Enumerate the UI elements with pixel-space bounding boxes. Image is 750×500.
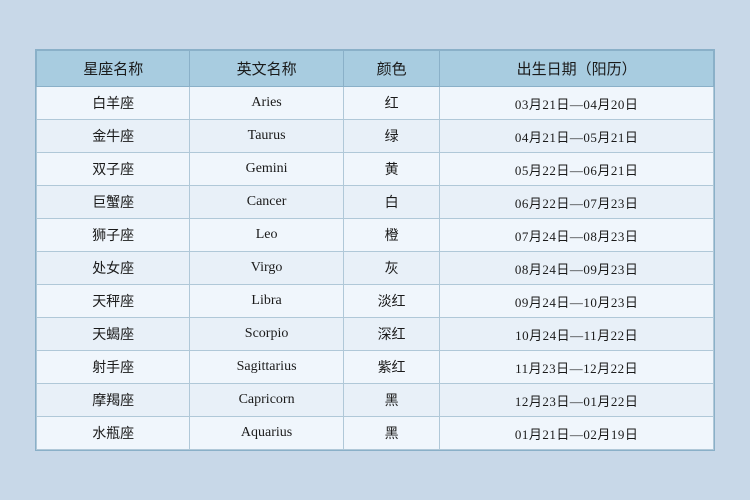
cell-english-name: Cancer [190,186,343,219]
cell-dates: 12月23日—01月22日 [440,384,714,417]
cell-english-name: Libra [190,285,343,318]
table-row: 白羊座Aries红03月21日—04月20日 [37,87,714,120]
header-chinese-name: 星座名称 [37,51,190,87]
cell-chinese-name: 天秤座 [37,285,190,318]
table-row: 狮子座Leo橙07月24日—08月23日 [37,219,714,252]
cell-dates: 11月23日—12月22日 [440,351,714,384]
cell-dates: 04月21日—05月21日 [440,120,714,153]
cell-english-name: Scorpio [190,318,343,351]
table-row: 金牛座Taurus绿04月21日—05月21日 [37,120,714,153]
cell-color: 黑 [343,417,440,450]
cell-color: 绿 [343,120,440,153]
cell-english-name: Taurus [190,120,343,153]
cell-dates: 09月24日—10月23日 [440,285,714,318]
cell-dates: 10月24日—11月22日 [440,318,714,351]
table-row: 射手座Sagittarius紫红11月23日—12月22日 [37,351,714,384]
cell-color: 紫红 [343,351,440,384]
cell-chinese-name: 巨蟹座 [37,186,190,219]
cell-chinese-name: 双子座 [37,153,190,186]
table-row: 天秤座Libra淡红09月24日—10月23日 [37,285,714,318]
cell-color: 淡红 [343,285,440,318]
cell-dates: 03月21日—04月20日 [440,87,714,120]
cell-dates: 08月24日—09月23日 [440,252,714,285]
table-row: 双子座Gemini黄05月22日—06月21日 [37,153,714,186]
cell-color: 白 [343,186,440,219]
table-row: 天蝎座Scorpio深红10月24日—11月22日 [37,318,714,351]
cell-chinese-name: 处女座 [37,252,190,285]
cell-chinese-name: 白羊座 [37,87,190,120]
table-row: 巨蟹座Cancer白06月22日—07月23日 [37,186,714,219]
header-color: 颜色 [343,51,440,87]
cell-color: 灰 [343,252,440,285]
cell-english-name: Aquarius [190,417,343,450]
cell-chinese-name: 水瓶座 [37,417,190,450]
table-row: 水瓶座Aquarius黑01月21日—02月19日 [37,417,714,450]
table-row: 摩羯座Capricorn黑12月23日—01月22日 [37,384,714,417]
cell-english-name: Sagittarius [190,351,343,384]
header-english-name: 英文名称 [190,51,343,87]
cell-chinese-name: 金牛座 [37,120,190,153]
cell-color: 红 [343,87,440,120]
cell-chinese-name: 摩羯座 [37,384,190,417]
zodiac-table: 星座名称 英文名称 颜色 出生日期（阳历） 白羊座Aries红03月21日—04… [36,50,714,450]
cell-color: 黑 [343,384,440,417]
cell-english-name: Leo [190,219,343,252]
cell-english-name: Aries [190,87,343,120]
cell-chinese-name: 射手座 [37,351,190,384]
cell-dates: 07月24日—08月23日 [440,219,714,252]
zodiac-table-container: 星座名称 英文名称 颜色 出生日期（阳历） 白羊座Aries红03月21日—04… [35,49,715,451]
header-dates: 出生日期（阳历） [440,51,714,87]
cell-english-name: Gemini [190,153,343,186]
cell-chinese-name: 天蝎座 [37,318,190,351]
cell-chinese-name: 狮子座 [37,219,190,252]
table-row: 处女座Virgo灰08月24日—09月23日 [37,252,714,285]
cell-english-name: Capricorn [190,384,343,417]
cell-english-name: Virgo [190,252,343,285]
table-header-row: 星座名称 英文名称 颜色 出生日期（阳历） [37,51,714,87]
cell-dates: 01月21日—02月19日 [440,417,714,450]
cell-dates: 06月22日—07月23日 [440,186,714,219]
cell-color: 深红 [343,318,440,351]
cell-color: 黄 [343,153,440,186]
cell-dates: 05月22日—06月21日 [440,153,714,186]
cell-color: 橙 [343,219,440,252]
